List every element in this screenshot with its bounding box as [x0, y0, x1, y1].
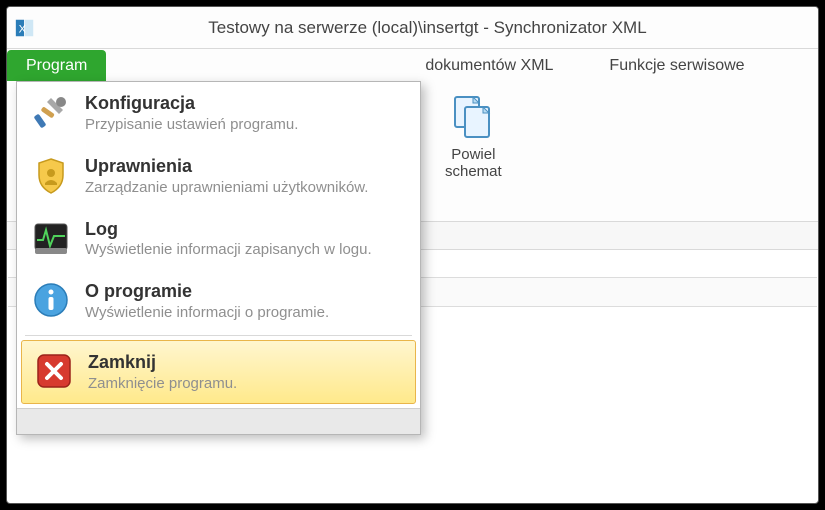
tools-icon: [31, 92, 71, 132]
tab-documents-xml[interactable]: dokumentów XML: [406, 50, 572, 81]
menu-footer: [17, 408, 420, 434]
info-icon: [31, 280, 71, 320]
activity-monitor-icon: [31, 218, 71, 258]
ribbon-button-powiel-schemat[interactable]: Powiel schemat: [431, 89, 516, 199]
menu-item-desc: Zarządzanie uprawnieniami użytkowników.: [85, 179, 406, 197]
menu-item-zamknij[interactable]: Zamknij Zamknięcie programu.: [21, 340, 416, 404]
menu-item-uprawnienia[interactable]: Uprawnienia Zarządzanie uprawnieniami uż…: [17, 145, 420, 208]
menu-separator: [25, 335, 412, 336]
copy-pages-icon: [449, 93, 497, 141]
program-menu: Konfiguracja Przypisanie ustawień progra…: [16, 81, 421, 435]
ribbon-button-label: Powiel schemat: [445, 147, 502, 180]
menu-item-desc: Zamknięcie programu.: [88, 375, 403, 393]
close-icon: [34, 351, 74, 391]
menu-item-title: Uprawnienia: [85, 157, 406, 177]
app-window: X Testowy na serwerze (local)\insertgt -…: [6, 6, 819, 504]
menu-item-oprogramie[interactable]: O programie Wyświetlenie informacji o pr…: [17, 270, 420, 333]
menu-item-title: Log: [85, 220, 406, 240]
window-title: Testowy na serwerze (local)\insertgt - S…: [43, 18, 812, 38]
menu-item-title: O programie: [85, 282, 406, 302]
tab-program[interactable]: Program: [7, 50, 106, 81]
menu-item-log[interactable]: Log Wyświetlenie informacji zapisanych w…: [17, 208, 420, 271]
menu-item-title: Zamknij: [88, 353, 403, 373]
menu-item-desc: Wyświetlenie informacji zapisanych w log…: [85, 241, 406, 259]
tabstrip: Program dokumentów XML Funkcje serwisowe: [7, 49, 818, 81]
svg-text:X: X: [19, 23, 27, 35]
app-icon: X: [13, 16, 37, 40]
menu-item-konfiguracja[interactable]: Konfiguracja Przypisanie ustawień progra…: [17, 82, 420, 145]
menu-item-title: Konfiguracja: [85, 94, 406, 114]
menu-item-desc: Wyświetlenie informacji o programie.: [85, 304, 406, 322]
tab-service-functions[interactable]: Funkcje serwisowe: [590, 50, 763, 81]
menu-item-desc: Przypisanie ustawień programu.: [85, 116, 406, 134]
titlebar: X Testowy na serwerze (local)\insertgt -…: [7, 7, 818, 49]
shield-icon: [31, 155, 71, 195]
